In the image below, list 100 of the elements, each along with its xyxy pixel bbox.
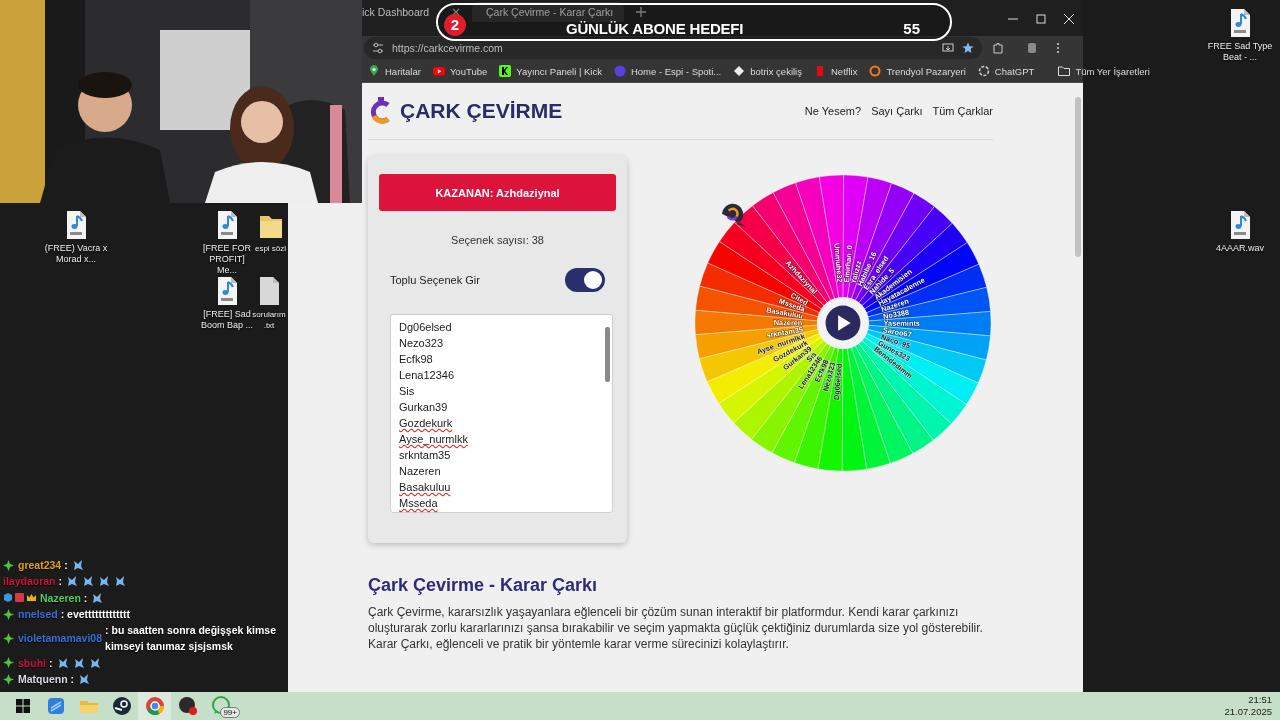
address-bar[interactable]: https://carkcevirme.com	[364, 37, 982, 59]
flower-icon	[977, 65, 990, 77]
chat-message: : bu saatten sonra değişşek kimse kimseyi tanımaz sjsjsmsk	[105, 623, 278, 655]
winner-button[interactable]: KAZANAN: Azhdaziynal	[379, 174, 617, 211]
emote-icon	[56, 656, 69, 669]
chat-username[interactable]: Matquenn	[18, 671, 68, 688]
notification-badge: 99+	[220, 707, 240, 718]
browser-tab[interactable]: Çark Çevirme - Karar Çarkı	[472, 2, 624, 22]
star-icon[interactable]	[962, 42, 974, 54]
option-text: Dg06elsed	[399, 320, 452, 335]
bookmark-link[interactable]: botrix çekiliş	[733, 65, 802, 77]
emote-icon	[91, 591, 104, 604]
option-count: Seçenek sayısı: 38	[450, 234, 545, 246]
folder-icon	[1058, 66, 1071, 76]
music-file-icon[interactable]	[1228, 210, 1252, 240]
clock-time: 21:51	[1248, 694, 1272, 706]
scrollbar-thumb[interactable]	[1075, 97, 1081, 257]
chat-username[interactable]: nnelsed	[18, 605, 58, 623]
music-file-icon[interactable]	[64, 210, 88, 240]
maximize-icon[interactable]	[1036, 14, 1046, 24]
option-text: srkntam35	[399, 448, 451, 463]
install-icon[interactable]	[942, 42, 954, 54]
steam-icon[interactable]	[111, 696, 132, 716]
emote-icon	[72, 656, 85, 669]
chat-message: :	[83, 590, 88, 606]
section-heading: Çark Çevirme - Karar Çarkı	[368, 575, 599, 596]
map-pin-icon	[368, 65, 380, 77]
option-text: Basakuluu	[399, 480, 451, 495]
music-file-icon[interactable]	[215, 276, 239, 306]
plus-icon[interactable]	[636, 7, 646, 17]
bookmark-link[interactable]: ChatGPT	[977, 65, 1035, 77]
file-name: sorularım .txt	[252, 309, 287, 331]
description-text: Çark Çevirme, kararsızlık yaşayanlara eğlenceli bir çözüm sunan interaktif bir platformdur. Kendi karar çarkınızı oluşturarak zorlu kararlarınızı şansa bırakabilir ve seçim yapmakta güçlük çektiğiniz durumlarda size yol gösterebilir. Karar Çarkı, eğlenceli ve pratik bir yöntemle karar verme sürecinizi kolaylaştırır.	[368, 604, 984, 652]
play-icon	[432, 65, 445, 77]
browser-icon[interactable]	[144, 696, 165, 716]
goal-count: 55	[903, 21, 920, 36]
chat-message: :	[58, 574, 63, 590]
clock-date: 21.07.2025	[1224, 706, 1272, 718]
chat-message: :	[70, 672, 75, 688]
scrollbar-thumb[interactable]	[605, 327, 610, 382]
record-icon[interactable]	[177, 696, 198, 716]
option-text: Ayse_nurmlkk	[399, 432, 468, 447]
tune-icon[interactable]	[372, 42, 384, 54]
nav-link[interactable]: Tüm Çarklar	[932, 105, 993, 117]
diamond-icon	[3, 608, 14, 620]
bookmark-link[interactable]: Home - Espi - Spoti...	[613, 65, 722, 77]
emote-icon	[71, 559, 84, 572]
chat-username[interactable]: great234	[18, 557, 62, 574]
menu-icon[interactable]	[1056, 42, 1060, 54]
diamond-icon	[3, 559, 14, 571]
chat-message: :	[49, 655, 53, 671]
chat-username[interactable]: Nazeren	[40, 589, 81, 606]
file-name: espi sözl	[254, 243, 287, 254]
option-text: Lena12346	[399, 368, 455, 383]
ring-icon	[869, 65, 882, 77]
app-icon[interactable]	[45, 696, 66, 716]
profile-icon[interactable]	[1026, 42, 1038, 54]
file-name: 4AAAR.wav	[1216, 243, 1264, 254]
music-file-icon[interactable]	[215, 210, 239, 240]
text-file-icon[interactable]	[257, 276, 281, 306]
puzzle-icon[interactable]	[992, 42, 1004, 54]
play-button[interactable]	[816, 296, 870, 350]
emote-icon	[66, 575, 79, 588]
taskbar-button[interactable]: 99+	[204, 692, 237, 720]
square-icon	[499, 65, 512, 77]
toggle-switch[interactable]	[565, 268, 606, 292]
nav-link[interactable]: Sayı Çarkı	[871, 105, 923, 117]
emote-icon	[114, 575, 127, 588]
bookmark-link[interactable]: Haritalar	[368, 65, 421, 77]
goal-title: GÜNLÜK ABONE HEDEFI	[566, 21, 744, 36]
logo-icon	[368, 96, 392, 126]
emote-icon	[78, 673, 91, 686]
options-field[interactable]: Dg06elsed Nezo323 Ecfk98 Lena12346 Sis Gurkan39 Gozdekurk Ayse_nurmlkk srkntam35 Nazeren Basakuluu Msseda	[390, 314, 613, 513]
option-text: Nazeren	[399, 464, 441, 479]
diamond-icon	[733, 65, 746, 77]
bookmark-link[interactable]: Trendyol Pazaryeri	[869, 65, 966, 77]
site-title: ÇARK ÇEVİRME	[400, 99, 563, 123]
close-icon[interactable]	[1064, 14, 1074, 24]
bookmark-link[interactable]: Yayıncı Paneli | Kick	[499, 65, 602, 77]
chat-username[interactable]: violetamamavi08	[18, 630, 103, 647]
emote-icon	[88, 656, 101, 669]
pointer-icon	[722, 203, 748, 228]
file-name: [FREE FOR PROFIT] Me...	[202, 243, 252, 276]
diamond-icon	[3, 673, 14, 685]
option-text: Gurkan39	[399, 400, 448, 415]
nav-link[interactable]: Ne Yesem?	[804, 105, 862, 117]
diamond-icon	[3, 657, 14, 669]
bookmark-folder[interactable]: Tüm Yer İşaretleri	[1058, 65, 1150, 77]
emote-icon	[98, 575, 111, 588]
option-text: Nezo323	[399, 336, 444, 351]
music-file-icon[interactable]	[1228, 8, 1252, 38]
circle-icon	[613, 65, 626, 77]
bar-icon	[814, 65, 826, 77]
toggle-label: Toplu Seçenek Gir	[390, 274, 480, 286]
bookmark-link[interactable]: Netflix	[814, 65, 858, 77]
bookmark-link[interactable]: YouTube	[432, 65, 488, 77]
badges-icon	[3, 592, 36, 604]
option-text: Sis	[399, 384, 415, 399]
option-text: Ecfk98	[399, 352, 433, 367]
chat-message: :	[64, 558, 68, 573]
